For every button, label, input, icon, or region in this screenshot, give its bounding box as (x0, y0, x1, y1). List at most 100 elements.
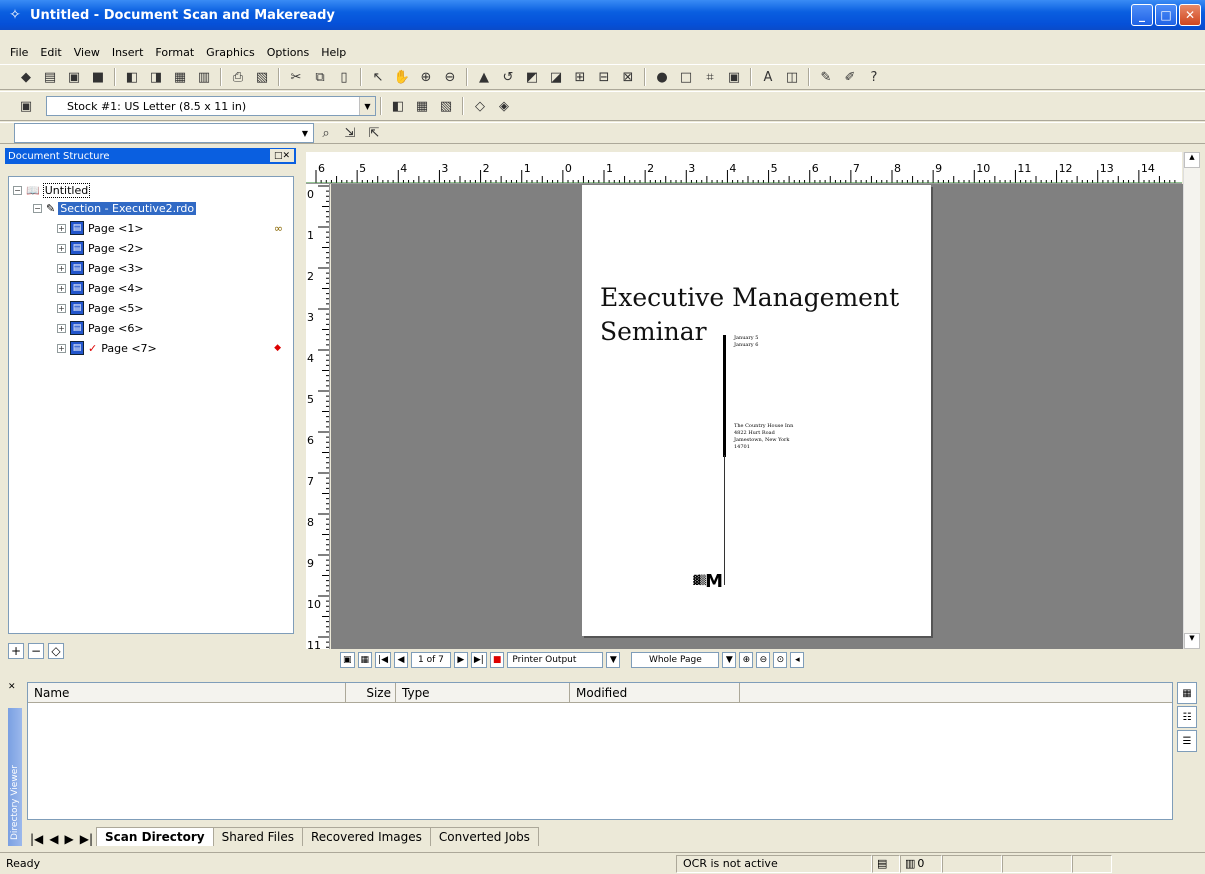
prev-page-icon[interactable]: ◀ (394, 652, 408, 668)
restore-button[interactable]: □ (1155, 4, 1177, 26)
tab-next-icon[interactable]: ▶ (62, 832, 77, 846)
scroll-up-icon[interactable]: ▲ (1184, 152, 1200, 168)
scroll-down-icon[interactable]: ▼ (1184, 633, 1200, 649)
column-size[interactable]: Size (346, 683, 396, 702)
last-page-icon[interactable]: ▶| (470, 652, 487, 668)
mask-icon[interactable]: ▣ (724, 67, 744, 87)
edit-icon[interactable]: ✎ (816, 67, 836, 87)
tree-page[interactable]: + ▤ Page <1> ∞ (57, 219, 287, 237)
copy-icon[interactable]: ⧉ (310, 67, 330, 87)
expand-icon[interactable]: + (57, 223, 66, 233)
expand-all-icon[interactable]: + (8, 643, 24, 659)
document-page[interactable]: Executive Management Seminar January 5 J… (582, 185, 931, 636)
expand-icon[interactable]: + (57, 343, 66, 353)
next-page-icon[interactable]: ▶ (453, 652, 468, 668)
deskew-icon[interactable]: ◩ (522, 67, 542, 87)
layout-icon[interactable]: ▥ (194, 67, 214, 87)
chevron-down-icon[interactable]: ▼ (606, 652, 621, 668)
menu-file[interactable]: File (10, 46, 28, 59)
scan-icon[interactable]: ◆ (16, 67, 36, 87)
output-icon[interactable]: ▧ (252, 67, 272, 87)
distribute-icon[interactable]: ⊠ (618, 67, 638, 87)
tree-root[interactable]: − 📖 Untitled (13, 181, 91, 199)
align-icon[interactable]: ⊟ (594, 67, 614, 87)
tree-page[interactable]: + ▤ Page <6> (57, 319, 144, 337)
tree-page[interactable]: + ▤ Page <5> (57, 299, 144, 317)
column-name[interactable]: Name (28, 683, 346, 702)
frame-icon[interactable]: □ (676, 67, 696, 87)
cut-icon[interactable]: ✂ (286, 67, 306, 87)
first-page-icon[interactable]: |◀ (375, 652, 391, 668)
tab-converted-jobs[interactable]: Converted Jobs (429, 827, 539, 846)
pointer-icon[interactable]: ↖ (368, 67, 388, 87)
large-icons-icon[interactable]: ▦ (1177, 682, 1197, 704)
expand-icon[interactable]: + (57, 243, 66, 253)
menu-format[interactable]: Format (155, 46, 194, 59)
menu-insert[interactable]: Insert (112, 46, 144, 59)
column-type[interactable]: Type (396, 683, 570, 702)
close-icon[interactable]: ✕ (8, 682, 22, 694)
minimize-button[interactable]: _ (1131, 4, 1153, 26)
tab-shared-files[interactable]: Shared Files (212, 827, 303, 846)
book-icon[interactable]: ▤ (40, 67, 60, 87)
print-icon[interactable]: ⎙ (228, 67, 248, 87)
rotate-icon[interactable]: ↺ (498, 67, 518, 87)
toggle-icon[interactable]: ◇ (48, 643, 64, 659)
import-icon[interactable]: ◨ (146, 67, 166, 87)
find-next-icon[interactable]: ⇲ (340, 123, 360, 143)
tab-first-icon[interactable]: |◀ (27, 832, 46, 846)
tag-remove-icon[interactable]: ◈ (494, 96, 514, 116)
zoom-mode-select[interactable]: Whole Page (631, 652, 720, 668)
directory-viewer-tab[interactable]: Directory Viewer (8, 708, 22, 846)
single-page-view-icon[interactable]: ▣ (340, 652, 355, 668)
tag-icon[interactable]: ◇ (470, 96, 490, 116)
stock-edit-icon[interactable]: ▦ (412, 96, 432, 116)
hand-icon[interactable]: ✋ (392, 67, 412, 87)
despeckle-icon[interactable]: ◪ (546, 67, 566, 87)
close-icon[interactable]: □✕ (270, 149, 294, 162)
details-view-icon[interactable]: ☰ (1177, 730, 1197, 752)
save-icon[interactable]: ■ (88, 67, 108, 87)
document-tree[interactable]: − 📖 Untitled − ✎ Section - Executive2.rd… (8, 176, 294, 634)
ocr-icon[interactable]: ● (652, 67, 672, 87)
stock-add-icon[interactable]: ◧ (388, 96, 408, 116)
zoom-in-icon[interactable]: ⊕ (739, 652, 754, 668)
zoom-out-icon[interactable]: ⊖ (440, 67, 460, 87)
stock-select[interactable]: Stock #1: US Letter (8.5 x 11 in) ▼ (46, 96, 376, 116)
chevron-down-icon[interactable]: ▼ (359, 97, 375, 115)
menu-help[interactable]: Help (321, 46, 346, 59)
menu-view[interactable]: View (74, 46, 100, 59)
help-icon[interactable]: ? (864, 67, 884, 87)
stock-icon[interactable]: ▣ (16, 96, 36, 116)
menu-edit[interactable]: Edit (40, 46, 61, 59)
crop-icon[interactable]: ⌗ (700, 67, 720, 87)
stamp-icon[interactable]: ◫ (782, 67, 802, 87)
column-modified[interactable]: Modified (570, 683, 740, 702)
insert-icon[interactable]: ◧ (122, 67, 142, 87)
menu-options[interactable]: Options (267, 46, 309, 59)
tree-page[interactable]: + ▤ Page <2> (57, 239, 144, 257)
grid-icon[interactable]: ⊞ (570, 67, 590, 87)
paste-icon[interactable]: ▯ (334, 67, 354, 87)
tab-scan-directory[interactable]: Scan Directory (96, 827, 214, 846)
tree-page[interactable]: + ▤ ✓ Page <7> ◆ (57, 339, 287, 357)
expand-icon[interactable]: + (57, 283, 66, 293)
annotate-icon[interactable]: ✐ (840, 67, 860, 87)
color-mode-icon[interactable]: ■ (489, 652, 505, 668)
open-folder-icon[interactable]: ▣ (64, 67, 84, 87)
scroll-left-icon[interactable]: ◂ (790, 652, 805, 668)
find-icon[interactable]: ⌕ (316, 123, 336, 143)
tab-recovered-images[interactable]: Recovered Images (301, 827, 431, 846)
stock-page-icon[interactable]: ▧ (436, 96, 456, 116)
zoom-in-icon[interactable]: ⊕ (416, 67, 436, 87)
tree-page[interactable]: + ▤ Page <4> (57, 279, 144, 297)
find-prev-icon[interactable]: ⇱ (364, 123, 384, 143)
tab-prev-icon[interactable]: ◀ (46, 832, 61, 846)
output-mode-select[interactable]: Printer Output (507, 652, 604, 668)
collapse-icon[interactable]: − (13, 185, 22, 195)
zoom-fit-icon[interactable]: ⊙ (773, 652, 788, 668)
tab-last-icon[interactable]: ▶| (77, 832, 96, 846)
zoom-out-icon[interactable]: ⊖ (756, 652, 771, 668)
expand-icon[interactable]: + (57, 263, 66, 273)
tree-page[interactable]: + ▤ Page <3> (57, 259, 144, 277)
